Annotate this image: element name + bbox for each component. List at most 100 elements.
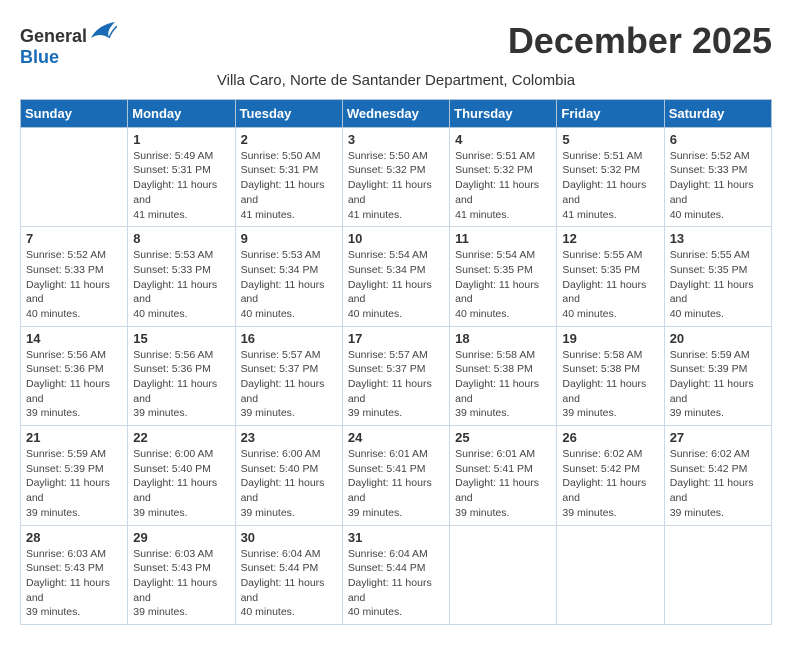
day-number: 16 [241, 331, 337, 346]
sunset: Sunset: 5:37 PM [241, 363, 319, 375]
day-info: Sunrise: 5:50 AMSunset: 5:31 PMDaylight:… [241, 149, 337, 222]
daylight-line1: Daylight: 11 hours and [26, 378, 110, 405]
sunrise: Sunrise: 5:58 AM [455, 349, 535, 361]
day-number: 2 [241, 132, 337, 147]
day-number: 18 [455, 331, 551, 346]
day-info: Sunrise: 6:01 AM Sunset: 5:41 PM Daylight:… [455, 447, 551, 520]
sunrise: Sunrise: 5:52 AM [26, 249, 106, 261]
day-info: Sunrise: 5:55 AMSunset: 5:35 PMDaylight:… [562, 248, 658, 321]
table-row: 22Sunrise: 6:00 AMSunset: 5:40 PMDayligh… [128, 426, 235, 525]
day-info: Sunrise: 6:02 AMSunset: 5:42 PMDaylight:… [670, 447, 766, 520]
sunset: Sunset: 5:34 PM [241, 264, 319, 276]
table-row: 31Sunrise: 6:04 AMSunset: 5:44 PMDayligh… [342, 525, 449, 624]
sunrise: Sunrise: 5:50 AM [348, 150, 428, 162]
day-info: Sunrise: 5:53 AM Sunset: 5:34 PM Daylight:… [241, 248, 337, 321]
day-info: Sunrise: 6:04 AMSunset: 5:44 PMDaylight:… [241, 547, 337, 620]
table-row: 10Sunrise: 5:54 AMSunset: 5:34 PMDayligh… [342, 227, 449, 326]
table-row [21, 127, 128, 226]
day-number: 14 [26, 331, 122, 346]
table-row: 14 Sunrise: 5:56 AMSunset: 5:36 PMDayligh… [21, 326, 128, 425]
sunset: Sunset: 5:41 PM [455, 463, 533, 475]
logo: General Blue [20, 20, 117, 68]
sunrise: Sunrise: 5:58 AM [562, 349, 642, 361]
sunrise: Sunrise: 5:51 AM [455, 150, 535, 162]
table-row: 19Sunrise: 5:58 AMSunset: 5:38 PMDayligh… [557, 326, 664, 425]
day-number: 8 [133, 231, 229, 246]
table-row: 16Sunrise: 5:57 AMSunset: 5:37 PMDayligh… [235, 326, 342, 425]
sunrise: Sunrise: 5:57 AM [348, 349, 428, 361]
daylight-line1: Daylight: 11 hours and [241, 577, 325, 604]
daylight-line1: Daylight: 11 hours and [562, 477, 646, 504]
daylight-line1: Daylight: 11 hours and [133, 577, 217, 604]
sunrise: Sunrise: 6:04 AM [348, 548, 428, 560]
daylight-line1: Daylight: 11 hours and [562, 279, 646, 306]
sunrise: Sunrise: 5:53 AM [241, 249, 321, 261]
sunset: Sunset: 5:37 PM [348, 363, 426, 375]
day-info: Sunrise: 5:56 AMSunset: 5:36 PMDaylight:… [26, 348, 122, 421]
daylight-line1: Daylight: 11 hours and [241, 477, 325, 504]
header-saturday: Saturday [664, 99, 771, 127]
daylight-line1: Daylight: 11 hours and [455, 378, 539, 405]
daylight-line2: 39 minutes. [241, 507, 295, 519]
day-number: 6 [670, 132, 766, 147]
sunset: Sunset: 5:39 PM [670, 363, 748, 375]
sunrise: Sunrise: 6:02 AM [562, 448, 642, 460]
header-sunday: Sunday [21, 99, 128, 127]
daylight-line2: 39 minutes. [455, 407, 509, 419]
sunrise: Sunrise: 6:01 AM [455, 448, 535, 460]
calendar-header-row: Sunday Monday Tuesday Wednesday Thursday… [21, 99, 772, 127]
sunset: Sunset: 5:34 PM [348, 264, 426, 276]
sunrise: Sunrise: 6:00 AM [133, 448, 213, 460]
daylight-line2: 39 minutes. [26, 407, 80, 419]
sunrise: Sunrise: 5:56 AM [26, 349, 106, 361]
day-number: 31 [348, 530, 444, 545]
daylight-line2: 40 minutes. [348, 606, 402, 618]
daylight-line1: Daylight: 11 hours and [133, 378, 217, 405]
daylight-line2: 39 minutes. [670, 507, 724, 519]
sunset: Sunset: 5:38 PM [455, 363, 533, 375]
daylight-line1: Daylight: 11 hours and [241, 279, 325, 306]
daylight-line2: 41 minutes. [241, 209, 295, 221]
calendar-week-row: 14Sunrise: 5:56 AMSunset: 5:36 PMDayligh… [21, 326, 772, 425]
day-info: Sunrise: 5:51 AMSunset: 5:32 PMDaylight:… [455, 149, 551, 222]
day-info: Sunrise: 5:58 AM Sunset: 5:38 PM Daylight:… [455, 348, 551, 421]
daylight-line2: 41 minutes. [562, 209, 616, 221]
sunrise: Sunrise: 5:59 AM [670, 349, 750, 361]
daylight-line2: 39 minutes. [670, 407, 724, 419]
day-number: 10 [348, 231, 444, 246]
sunrise: Sunrise: 5:53 AM [133, 249, 213, 261]
daylight-line1: Daylight: 11 hours and [26, 279, 110, 306]
daylight-line1: Daylight: 11 hours and [455, 179, 539, 206]
sunrise: Sunrise: 6:02 AM [670, 448, 750, 460]
day-info: Sunrise: 6:03 AMSunset: 5:43 PMDaylight:… [26, 547, 122, 620]
sunset: Sunset: 5:32 PM [348, 164, 426, 176]
daylight-line1: Daylight: 11 hours and [348, 477, 432, 504]
day-number: 13 [670, 231, 766, 246]
sunset: Sunset: 5:33 PM [670, 164, 748, 176]
sunset: Sunset: 5:33 PM [26, 264, 104, 276]
table-row: 13Sunrise: 5:55 AMSunset: 5:35 PMDayligh… [664, 227, 771, 326]
daylight-line1: Daylight: 11 hours and [348, 179, 432, 206]
daylight-line1: Daylight: 11 hours and [133, 279, 217, 306]
day-number: 28 [26, 530, 122, 545]
day-info: Sunrise: 5:52 AM Sunset: 5:33 PM Daylight:… [26, 248, 122, 321]
sunset: Sunset: 5:43 PM [26, 562, 104, 574]
daylight-line1: Daylight: 11 hours and [455, 477, 539, 504]
table-row [557, 525, 664, 624]
sunrise: Sunrise: 6:04 AM [241, 548, 321, 560]
sunset: Sunset: 5:35 PM [455, 264, 533, 276]
daylight-line1: Daylight: 11 hours and [348, 378, 432, 405]
table-row: 18 Sunrise: 5:58 AM Sunset: 5:38 PM Dayligh… [450, 326, 557, 425]
day-info: Sunrise: 5:54 AMSunset: 5:34 PMDaylight:… [348, 248, 444, 321]
sunrise: Sunrise: 5:54 AM [348, 249, 428, 261]
table-row: 8Sunrise: 5:53 AMSunset: 5:33 PMDaylight… [128, 227, 235, 326]
day-info: Sunrise: 6:00 AMSunset: 5:40 PMDaylight:… [133, 447, 229, 520]
sunset: Sunset: 5:42 PM [670, 463, 748, 475]
day-number: 23 [241, 430, 337, 445]
table-row [450, 525, 557, 624]
day-number: 7 [26, 231, 122, 246]
sunrise: Sunrise: 6:03 AM [26, 548, 106, 560]
sunset: Sunset: 5:36 PM [133, 363, 211, 375]
sunrise: Sunrise: 5:50 AM [241, 150, 321, 162]
daylight-line1: Daylight: 11 hours and [241, 179, 325, 206]
